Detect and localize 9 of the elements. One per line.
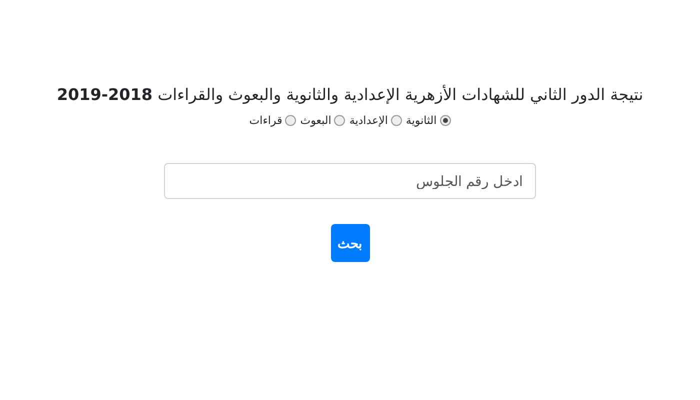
radio-button[interactable] (440, 115, 451, 126)
search-button[interactable]: بحث (330, 224, 370, 262)
option-label: البعوث (300, 114, 332, 128)
radio-button[interactable] (334, 115, 346, 126)
option-label: قراءات (249, 114, 282, 128)
radio-button[interactable] (390, 115, 402, 126)
option-label: الإعدادية (349, 114, 388, 128)
option-label: الثانوية (406, 114, 437, 128)
radio-button[interactable] (285, 115, 296, 126)
